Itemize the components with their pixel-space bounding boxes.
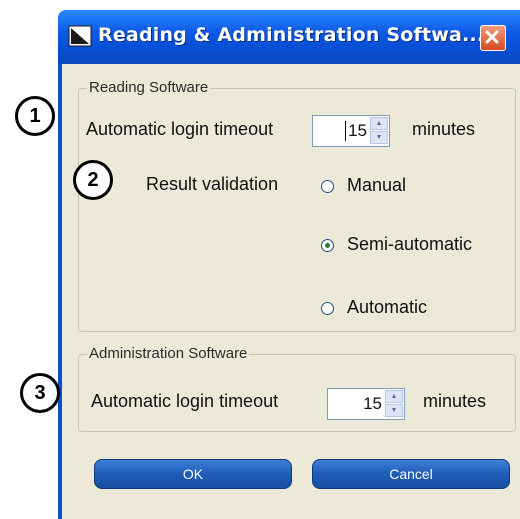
group-label-administration: Administration Software xyxy=(87,345,250,362)
title-bar[interactable]: Reading & Administration Softwa... xyxy=(58,10,520,64)
cancel-button[interactable]: Cancel xyxy=(312,459,510,489)
close-button[interactable] xyxy=(480,25,506,51)
reading-timeout-label: Automatic login timeout xyxy=(86,119,274,139)
admin-timeout-down-button[interactable]: ▼ xyxy=(385,404,403,417)
callout-badge-3: 3 xyxy=(20,373,60,413)
reading-timeout-value: 15 xyxy=(348,121,367,140)
close-icon xyxy=(485,30,499,44)
callout-badge-1: 1 xyxy=(15,96,55,136)
reading-software-group: Reading Software Automatic login timeout… xyxy=(78,79,516,332)
ok-button[interactable]: OK xyxy=(94,459,292,489)
group-label-reading: Reading Software xyxy=(87,79,211,96)
admin-timeout-stepper[interactable]: 15 ▲ ▼ xyxy=(327,388,405,420)
administration-software-group: Administration Software Automatic login … xyxy=(78,345,516,432)
admin-timeout-value: 15 xyxy=(363,394,382,413)
radio-button[interactable] xyxy=(321,302,334,315)
reading-timeout-unit: minutes xyxy=(412,119,476,139)
radio-label-semi-automatic: Semi-automatic xyxy=(347,234,473,254)
validation-label: Result validation xyxy=(146,174,279,194)
text-caret xyxy=(345,121,346,141)
app-icon xyxy=(68,25,92,47)
radio-label-manual: Manual xyxy=(347,175,407,195)
radio-button-selected[interactable] xyxy=(321,239,334,252)
window-title: Reading & Administration Softwa... xyxy=(98,24,485,46)
dialog-window: Reading & Administration Softwa... Readi… xyxy=(58,10,520,519)
reading-timeout-stepper[interactable]: 15 ▲ ▼ xyxy=(312,115,390,147)
callout-badge-2: 2 xyxy=(73,160,113,200)
admin-timeout-unit: minutes xyxy=(423,391,487,411)
reading-timeout-down-button[interactable]: ▼ xyxy=(370,131,388,144)
radio-label-automatic: Automatic xyxy=(347,297,428,317)
reading-timeout-up-button[interactable]: ▲ xyxy=(370,117,388,130)
radio-button[interactable] xyxy=(321,180,334,193)
admin-timeout-up-button[interactable]: ▲ xyxy=(385,390,403,403)
dialog-body: Reading Software Automatic login timeout… xyxy=(62,64,520,519)
admin-timeout-label: Automatic login timeout xyxy=(91,391,279,411)
